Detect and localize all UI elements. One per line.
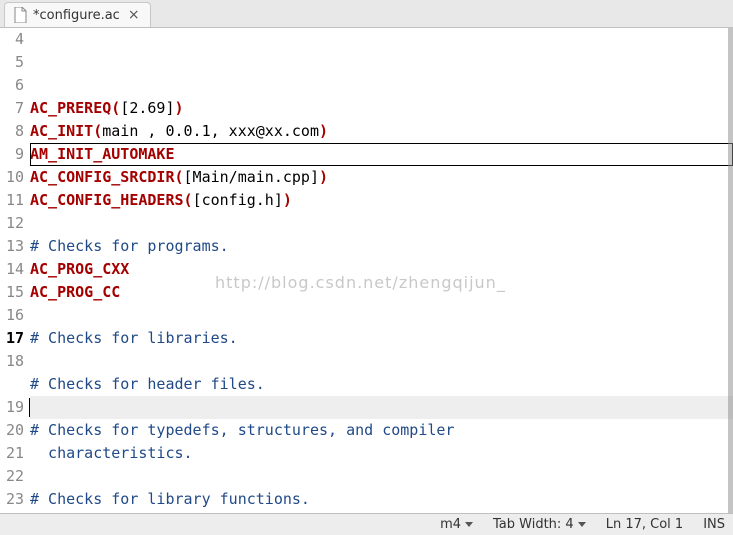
line-number: 17 bbox=[0, 327, 24, 350]
code-text: [Main/main.cpp] bbox=[184, 168, 319, 186]
line-number: 16 bbox=[0, 304, 24, 327]
cursor-position: Ln 17, Col 1 bbox=[606, 517, 683, 532]
line-number: 19 bbox=[0, 396, 24, 419]
line-number: 22 bbox=[0, 465, 24, 488]
line-number: 15 bbox=[0, 281, 24, 304]
code-text: [config.h] bbox=[193, 191, 283, 209]
code-line[interactable]: AC_PREREQ([2.69]) bbox=[30, 97, 733, 120]
code-line[interactable] bbox=[30, 511, 733, 513]
line-number: 4 bbox=[0, 28, 24, 51]
close-paren: ) bbox=[319, 168, 328, 186]
tab-close-button[interactable]: × bbox=[126, 7, 142, 23]
keyword: AC_CONFIG_SRCDIR bbox=[30, 168, 175, 186]
text-cursor bbox=[29, 398, 30, 417]
line-number: 18 bbox=[0, 350, 24, 396]
insert-mode: INS bbox=[703, 517, 725, 532]
open-paren: ( bbox=[111, 99, 120, 117]
line-number: 9 bbox=[0, 143, 24, 166]
line-number-gutter: 4567891011121314151617181920212223 bbox=[0, 28, 30, 513]
tab-width-indicator[interactable]: Tab Width: 4 bbox=[493, 517, 586, 532]
code-line[interactable] bbox=[30, 350, 733, 373]
line-number: 13 bbox=[0, 235, 24, 258]
line-number: 6 bbox=[0, 74, 24, 97]
code-line[interactable]: # Checks for programs. bbox=[30, 235, 733, 258]
tab-bar: *configure.ac × bbox=[0, 0, 733, 28]
code-line[interactable] bbox=[30, 212, 733, 235]
line-number: 10 bbox=[0, 166, 24, 189]
code-line[interactable] bbox=[30, 465, 733, 488]
open-paren: ( bbox=[184, 191, 193, 209]
code-line[interactable]: # Checks for header files. bbox=[30, 373, 733, 396]
comment: # Checks for library functions. bbox=[30, 490, 310, 508]
line-number: 14 bbox=[0, 258, 24, 281]
keyword: AC_PREREQ bbox=[30, 99, 111, 117]
tab-configure-ac[interactable]: *configure.ac × bbox=[4, 2, 151, 27]
code-text: [2.69] bbox=[120, 99, 174, 117]
keyword: AM_INIT_AUTOMAKE bbox=[30, 145, 175, 163]
keyword: AC_PROG_CXX bbox=[30, 260, 129, 278]
keyword: AC_CONFIG_HEADERS bbox=[30, 191, 184, 209]
code-line[interactable]: AM_INIT_AUTOMAKE bbox=[30, 143, 733, 166]
line-number: 7 bbox=[0, 97, 24, 120]
code-line[interactable] bbox=[30, 304, 733, 327]
comment: # Checks for typedefs, structures, and c… bbox=[30, 421, 454, 462]
line-number: 21 bbox=[0, 442, 24, 465]
line-number: 5 bbox=[0, 51, 24, 74]
line-number: 23 bbox=[0, 488, 24, 511]
code-line[interactable]: AC_CONFIG_SRCDIR([Main/main.cpp]) bbox=[30, 166, 733, 189]
comment: # Checks for programs. bbox=[30, 237, 229, 255]
code-line[interactable]: # Checks for libraries. bbox=[30, 327, 733, 350]
code-line[interactable]: AC_PROG_CC bbox=[30, 281, 733, 304]
comment: # Checks for header files. bbox=[30, 375, 265, 393]
line-number: 12 bbox=[0, 212, 24, 235]
keyword: AC_PROG_CC bbox=[30, 283, 120, 301]
open-paren: ( bbox=[175, 168, 184, 186]
tab-filename: *configure.ac bbox=[33, 8, 120, 23]
line-number: 8 bbox=[0, 120, 24, 143]
comment: # Checks for libraries. bbox=[30, 329, 238, 347]
code-line[interactable]: AC_INIT(main , 0.0.1, xxx@xx.com) bbox=[30, 120, 733, 143]
code-line[interactable] bbox=[30, 396, 733, 419]
close-paren: ) bbox=[319, 122, 328, 140]
close-paren: ) bbox=[175, 99, 184, 117]
code-line[interactable]: AC_PROG_CXX bbox=[30, 258, 733, 281]
status-bar: m4 Tab Width: 4 Ln 17, Col 1 INS bbox=[0, 513, 733, 535]
open-paren: ( bbox=[93, 122, 102, 140]
code-text: main , 0.0.1, xxx@xx.com bbox=[102, 122, 319, 140]
line-number: 20 bbox=[0, 419, 24, 442]
close-paren: ) bbox=[283, 191, 292, 209]
filetype-indicator[interactable]: m4 bbox=[440, 517, 473, 532]
line-number: 11 bbox=[0, 189, 24, 212]
keyword: AC_INIT bbox=[30, 122, 93, 140]
file-icon bbox=[13, 7, 27, 23]
code-line[interactable]: # Checks for library functions. bbox=[30, 488, 733, 511]
code-line[interactable]: AC_CONFIG_HEADERS([config.h]) bbox=[30, 189, 733, 212]
vertical-scrollbar[interactable] bbox=[728, 28, 733, 513]
code-line[interactable]: # Checks for typedefs, structures, and c… bbox=[30, 419, 733, 465]
editor-area[interactable]: 4567891011121314151617181920212223 http:… bbox=[0, 28, 733, 513]
code-content[interactable]: http://blog.csdn.net/zhengqijun_ AC_PRER… bbox=[30, 28, 733, 513]
